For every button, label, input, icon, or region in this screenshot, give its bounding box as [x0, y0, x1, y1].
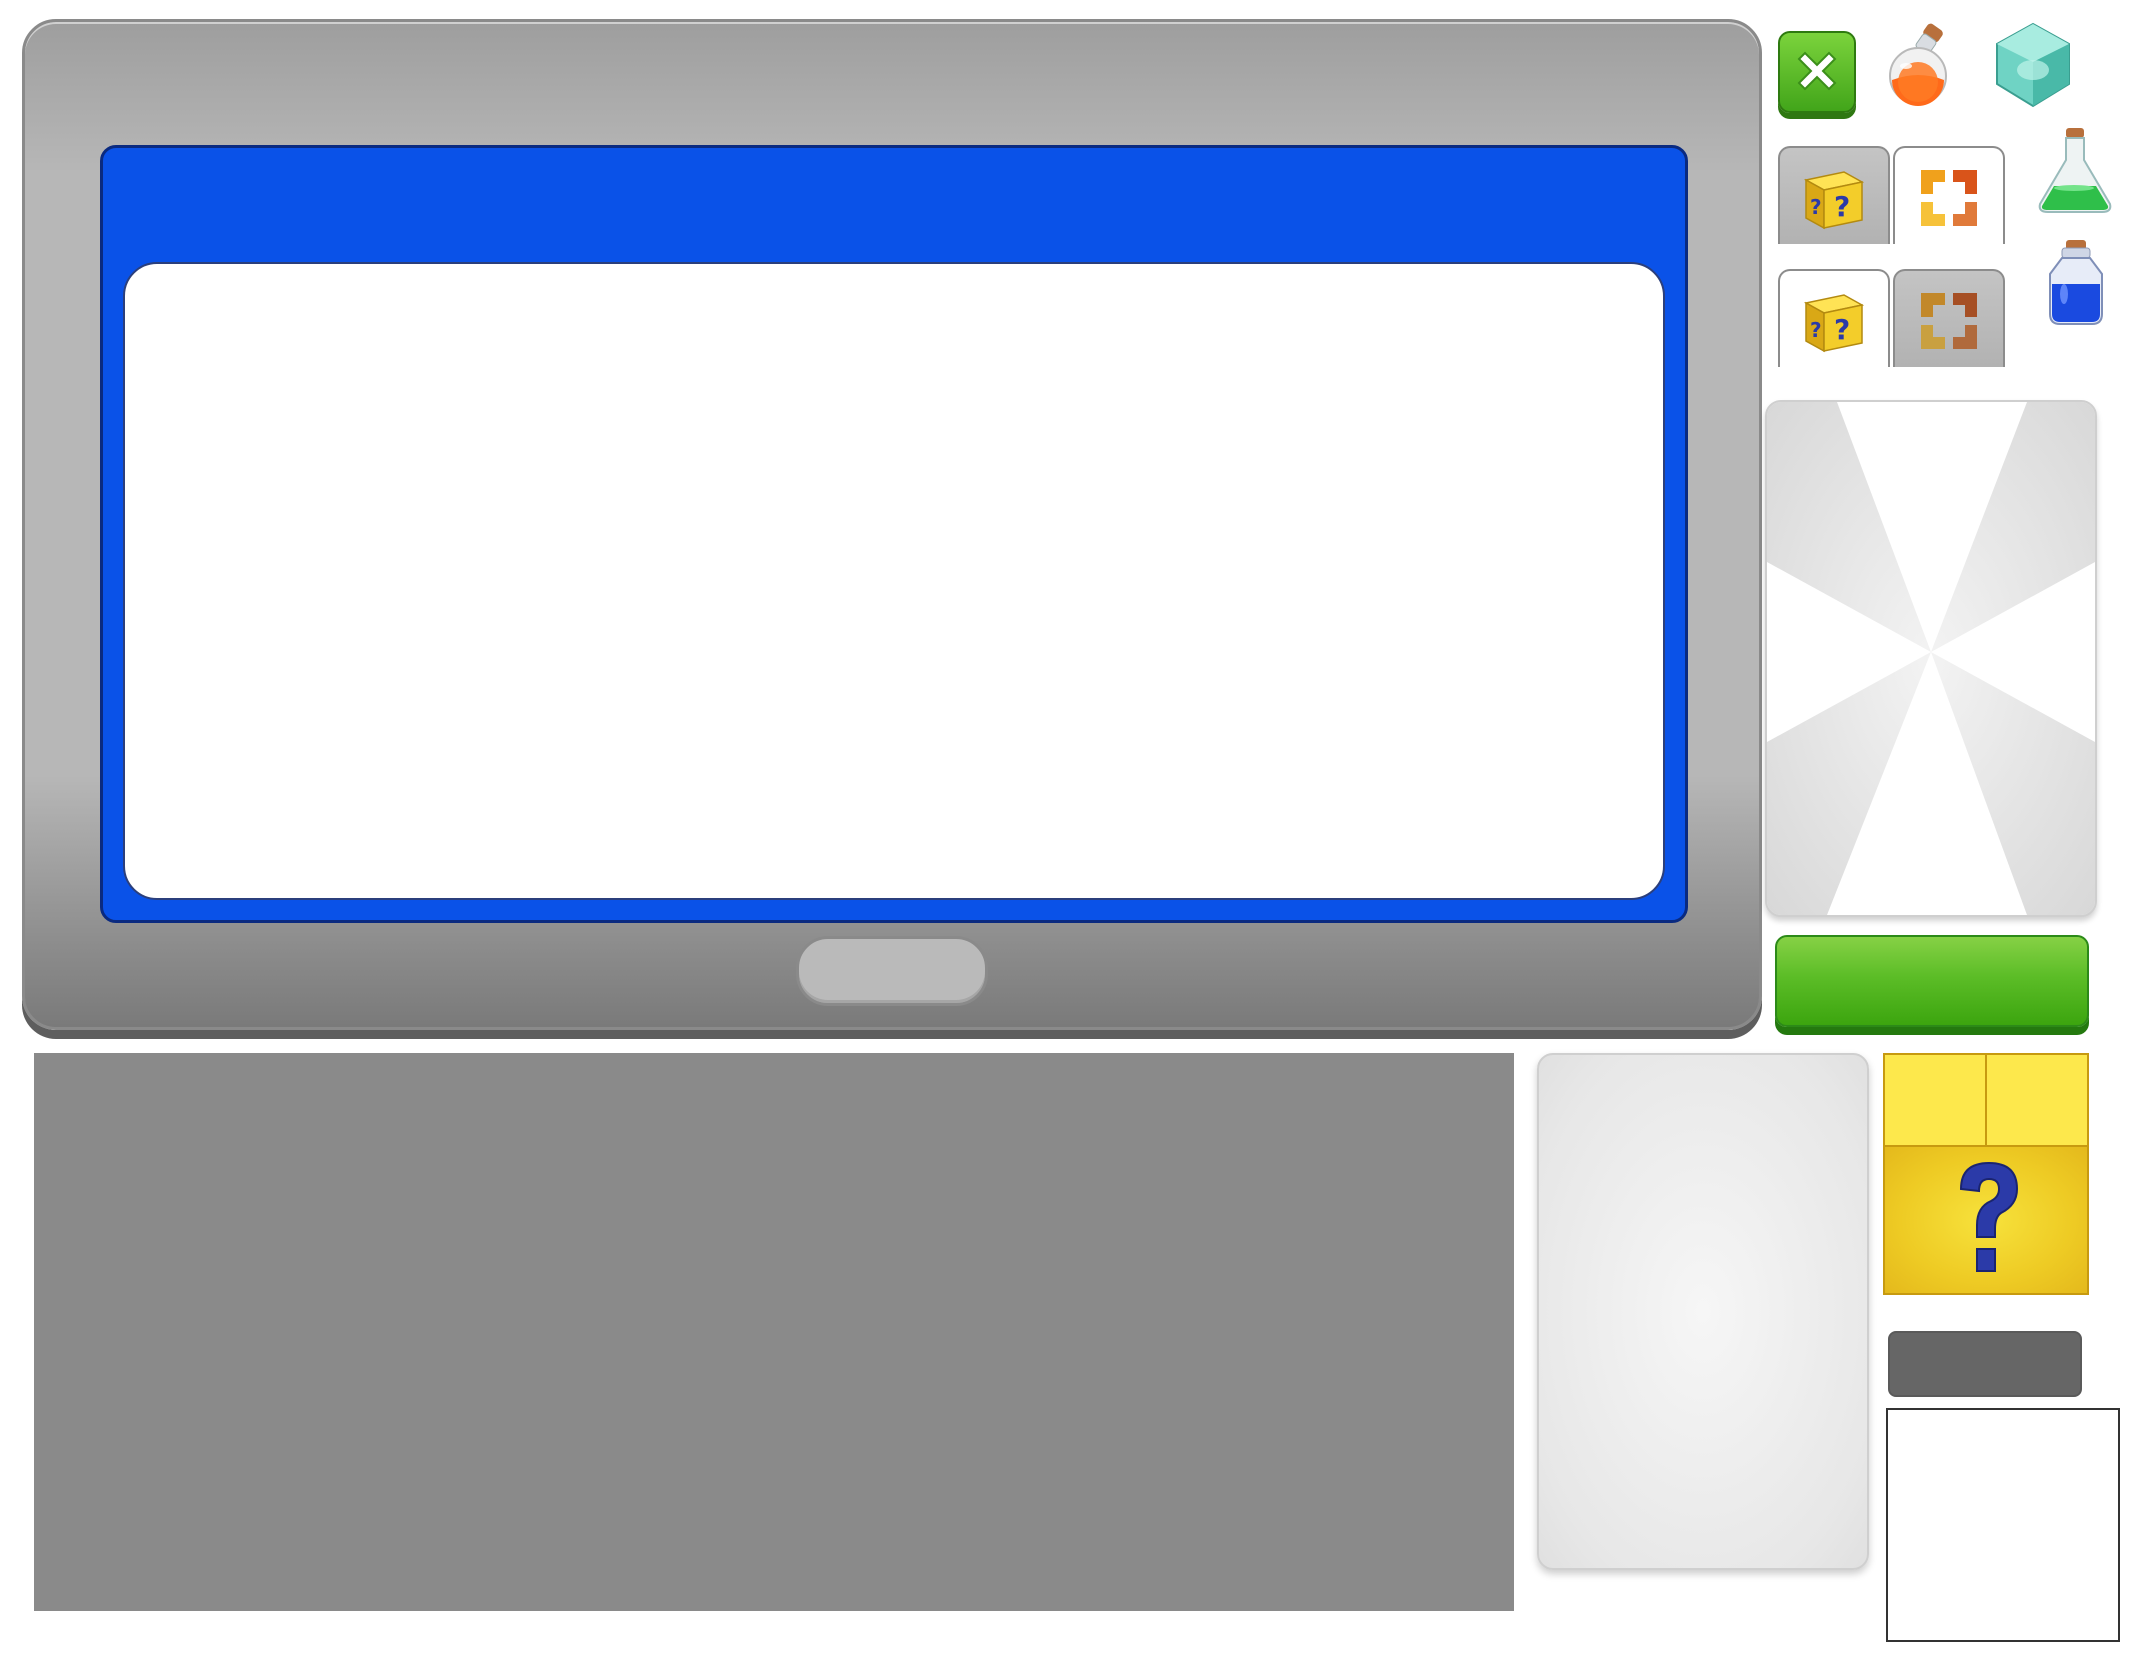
- mystery-block-icon: ? ?: [1803, 294, 1865, 353]
- confirm-button[interactable]: [1775, 935, 2089, 1027]
- block-top-left: [1885, 1055, 1987, 1147]
- mystery-block-icon: ? ?: [1803, 171, 1865, 230]
- item-card: [1537, 1053, 1869, 1570]
- block-top-right: [1987, 1055, 2087, 1147]
- tab-frame-puzzle-2[interactable]: [1893, 269, 2005, 367]
- progress-bar-track: [1888, 1331, 2082, 1397]
- teal-gem-icon: [1996, 22, 2070, 108]
- svg-text:?: ?: [1834, 313, 1850, 346]
- svg-text:?: ?: [1834, 190, 1850, 223]
- tab-mystery-block-2[interactable]: ? ?: [1778, 269, 1890, 367]
- reward-card: [1765, 400, 2097, 917]
- orange-potion-icon: [1889, 23, 1947, 106]
- dialog-frame: [100, 145, 1688, 923]
- dialog-content: [123, 262, 1665, 900]
- green-flask-icon: [2038, 128, 2112, 213]
- svg-text:?: ?: [1810, 195, 1822, 219]
- frame-puzzle-icon: [1921, 293, 1977, 349]
- close-icon: [1797, 51, 1837, 91]
- mystery-block: [1883, 1053, 2089, 1295]
- frame-puzzle-icon: [1921, 170, 1977, 226]
- question-mark-icon: [1959, 1161, 2019, 1272]
- tab-frame-puzzle[interactable]: [1893, 146, 2005, 244]
- close-button[interactable]: [1778, 31, 1856, 113]
- tab-mystery-block[interactable]: ? ?: [1778, 146, 1890, 244]
- svg-text:?: ?: [1810, 318, 1822, 342]
- empty-slot: [1886, 1408, 2120, 1642]
- background-panel: [34, 1053, 1514, 1611]
- blue-potion-icon: [2049, 240, 2103, 325]
- dialog-panel: [22, 19, 1762, 1030]
- light-rays-background: [1767, 402, 2095, 915]
- ok-button[interactable]: [796, 936, 988, 1006]
